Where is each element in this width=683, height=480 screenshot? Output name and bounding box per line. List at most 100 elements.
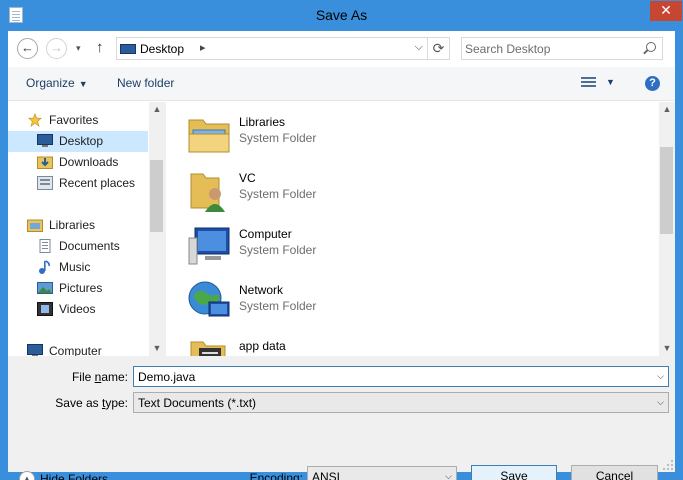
organize-caret-icon: ▼ — [78, 79, 88, 89]
navigation-pane-scrollbar[interactable]: ▲ ▼ — [149, 102, 165, 356]
downloads-icon — [37, 156, 53, 169]
videos-icon — [37, 302, 53, 316]
search-input[interactable] — [465, 40, 635, 57]
breadcrumb-chevron-icon[interactable]: ▸ — [200, 41, 206, 54]
sidebar-item-label: Downloads — [59, 155, 119, 169]
sidebar-item-label: Videos — [59, 302, 96, 316]
sidebar-item-downloads[interactable]: Downloads — [8, 152, 148, 173]
file-list-scrollbar[interactable]: ▲ ▼ — [659, 102, 675, 356]
sidebar-item-desktop[interactable]: Desktop — [8, 131, 148, 152]
save-options-panel: File name: Demo.java ⌵ Save as type: Tex… — [8, 356, 675, 480]
back-button[interactable]: ← — [17, 38, 38, 59]
scroll-up-icon[interactable]: ▲ — [149, 104, 165, 114]
item-name: Network — [239, 283, 284, 297]
up-one-level-button[interactable]: ↑ — [96, 39, 104, 56]
list-item[interactable]: Computer System Folder — [185, 222, 485, 272]
title-bar[interactable]: Save As ✕ — [0, 0, 683, 31]
sidebar-item-computer[interactable]: Computer — [8, 341, 148, 356]
breadcrumb-desktop[interactable]: Desktop — [140, 42, 184, 56]
sidebar-item-pictures[interactable]: Pictures — [8, 278, 148, 299]
search-icon[interactable] — [646, 42, 656, 52]
help-icon[interactable]: ? — [645, 76, 660, 91]
file-list: Libraries System Folder VC System Folder — [171, 102, 657, 356]
window-title: Save As — [315, 7, 368, 23]
cancel-button[interactable]: Cancel — [571, 465, 658, 480]
sidebar-item-label: Computer — [49, 344, 102, 356]
sidebar-item-label: Desktop — [59, 134, 104, 148]
encoding-select[interactable]: ANSI ⌵ — [307, 466, 457, 480]
address-bar[interactable]: Desktop ▸ ⌵ ⟳ — [116, 37, 450, 60]
list-item[interactable]: app data — [185, 334, 485, 356]
computer-icon — [27, 344, 43, 356]
save-button[interactable]: Save — [471, 465, 557, 480]
scroll-down-icon[interactable]: ▼ — [149, 343, 165, 353]
refresh-button[interactable]: ⟳ — [427, 38, 449, 59]
scroll-up-icon[interactable]: ▲ — [659, 104, 675, 114]
documents-icon — [39, 239, 51, 253]
save-as-dialog: Save As ✕ ← → ▾ ↑ Desktop ▸ ⌵ ⟳ Organize… — [0, 0, 683, 480]
encoding-value: ANSI — [312, 470, 341, 480]
sidebar-item-videos[interactable]: Videos — [8, 299, 148, 320]
folder-icon — [190, 341, 226, 356]
organize-button[interactable]: Organize ▼ — [26, 76, 88, 90]
view-options-caret-icon[interactable]: ▼ — [606, 77, 615, 87]
item-name: Libraries — [239, 115, 286, 129]
chevron-down-icon[interactable]: ⌵ — [657, 371, 664, 382]
pictures-icon — [37, 282, 53, 294]
save-as-type-value: Text Documents (*.txt) — [138, 396, 257, 410]
back-arrow-icon: ← — [21, 40, 34, 55]
desktop-icon — [120, 44, 136, 54]
sidebar-item-label: Documents — [59, 239, 120, 253]
item-type: System Folder — [239, 243, 317, 257]
sidebar-item-favorites[interactable]: Favorites — [8, 110, 148, 131]
item-type: System Folder — [239, 187, 317, 201]
scroll-down-icon[interactable]: ▼ — [659, 343, 675, 353]
recent-locations-dropdown[interactable]: ▾ — [76, 43, 81, 54]
music-icon — [39, 260, 50, 274]
network-icon — [188, 281, 230, 317]
scrollbar-thumb[interactable] — [150, 160, 163, 232]
save-as-type-label: Save as type: — [55, 396, 128, 410]
command-bar: Organize ▼ New folder ▼ ? — [8, 67, 675, 101]
user-folder-icon — [190, 173, 225, 212]
address-history-dropdown[interactable]: ⌵ — [415, 41, 423, 54]
change-view-icon[interactable] — [581, 77, 596, 90]
libraries-icon — [27, 219, 43, 232]
forward-arrow-icon: → — [50, 40, 63, 55]
file-name-field[interactable]: Demo.java ⌵ — [133, 366, 669, 387]
list-item[interactable]: VC System Folder — [185, 166, 485, 216]
recent-places-icon — [37, 176, 53, 190]
file-name-label: File name: — [71, 370, 128, 384]
navigation-pane: Favorites Desktop Downloads Recent place… — [8, 102, 164, 356]
chevron-down-icon[interactable]: ⌵ — [657, 397, 664, 408]
sidebar-item-music[interactable]: Music — [8, 257, 148, 278]
forward-button[interactable]: → — [46, 38, 67, 59]
new-folder-button[interactable]: New folder — [117, 76, 174, 90]
sidebar-item-libraries[interactable]: Libraries — [8, 215, 148, 236]
save-as-type-select[interactable]: Text Documents (*.txt) ⌵ — [133, 392, 669, 413]
hide-folders-label: Hide Folders — [40, 472, 109, 480]
desktop-icon — [37, 134, 53, 147]
organize-label: Organize — [26, 76, 75, 90]
item-name: VC — [239, 171, 256, 185]
sidebar-item-label: Recent places — [59, 176, 136, 190]
file-name-value[interactable]: Demo.java — [138, 370, 195, 384]
close-button[interactable]: ✕ — [650, 1, 682, 21]
item-type: System Folder — [239, 131, 317, 145]
item-name: app data — [239, 339, 286, 353]
resize-grip[interactable] — [663, 460, 673, 470]
chevron-down-icon[interactable]: ⌵ — [445, 471, 452, 480]
encoding-label: Encoding: — [249, 471, 303, 480]
item-name: Computer — [239, 227, 292, 241]
dialog-client: ← → ▾ ↑ Desktop ▸ ⌵ ⟳ Organize▼ New fold… — [8, 31, 675, 480]
list-item[interactable]: Libraries System Folder — [185, 110, 485, 160]
search-box[interactable] — [461, 37, 663, 60]
collapse-up-icon: ▲ — [19, 471, 35, 480]
list-item[interactable]: Network System Folder — [185, 278, 485, 328]
sidebar-item-recent-places[interactable]: Recent places — [8, 173, 148, 194]
sidebar-item-label: Music — [59, 260, 91, 274]
scrollbar-thumb[interactable] — [660, 147, 673, 234]
sidebar-item-label: Pictures — [59, 281, 103, 295]
sidebar-item-documents[interactable]: Documents — [8, 236, 148, 257]
pane-divider[interactable] — [165, 102, 166, 356]
